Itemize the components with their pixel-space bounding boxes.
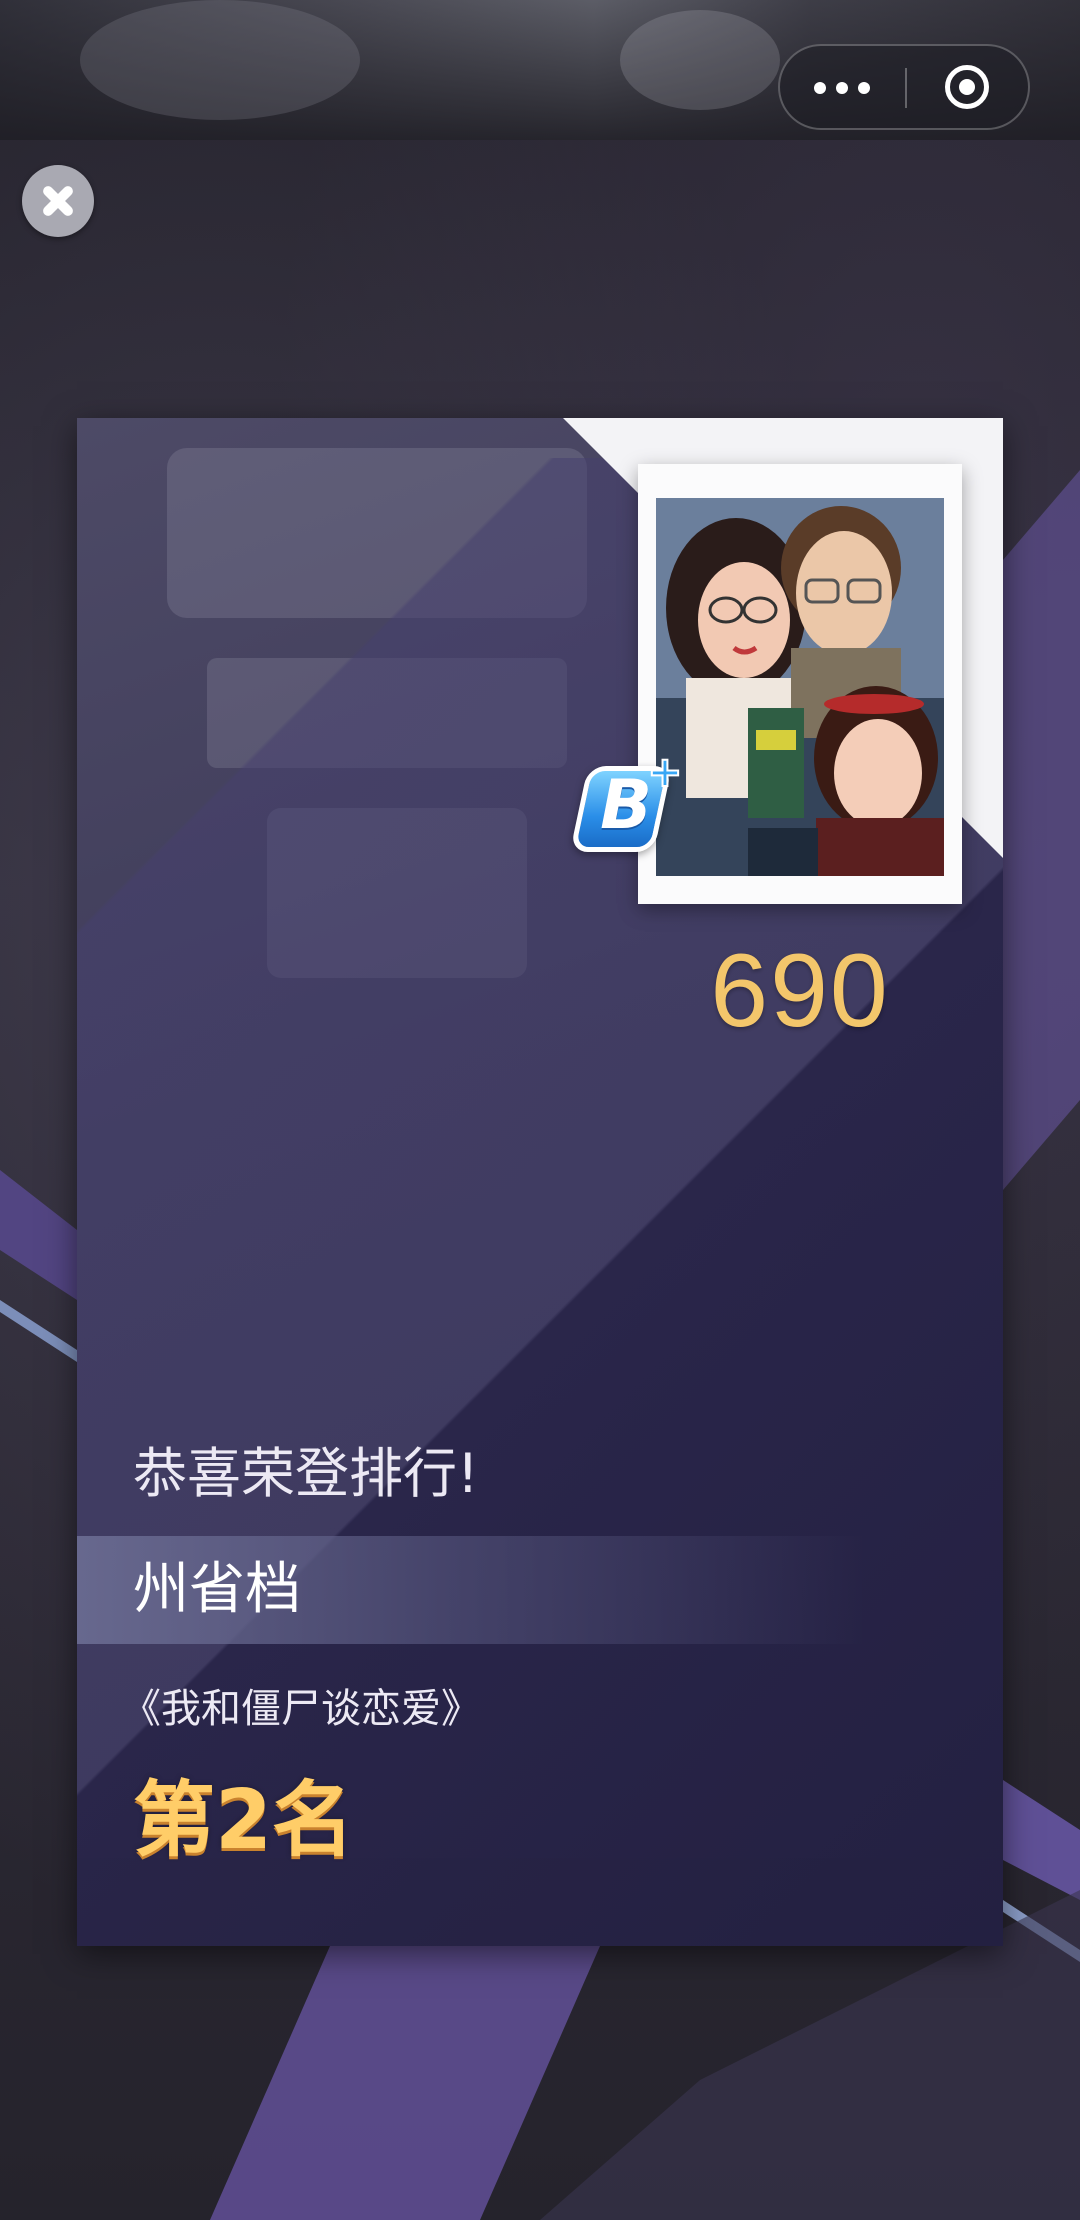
poster-image [656, 498, 944, 876]
grade-badge: B + [569, 749, 687, 868]
more-dots-icon[interactable] [814, 82, 870, 94]
miniprogram-capsule [778, 44, 1030, 130]
rank-text: 第2名 [133, 1773, 355, 1868]
capsule-divider [905, 68, 907, 108]
ranking-card: B + 690 恭喜荣登排行! 州省档 《我和僵尸谈恋爱》 第2名 [77, 418, 1003, 1946]
score-value: 690 [710, 933, 890, 1049]
category-label: 州省档 [133, 1557, 301, 1622]
grade-modifier: + [646, 747, 683, 796]
movie-title: 《我和僵尸谈恋爱》 [121, 1686, 481, 1732]
close-icon[interactable] [22, 165, 94, 237]
target-icon[interactable] [945, 65, 989, 109]
congrats-text: 恭喜荣登排行! [133, 1442, 479, 1505]
